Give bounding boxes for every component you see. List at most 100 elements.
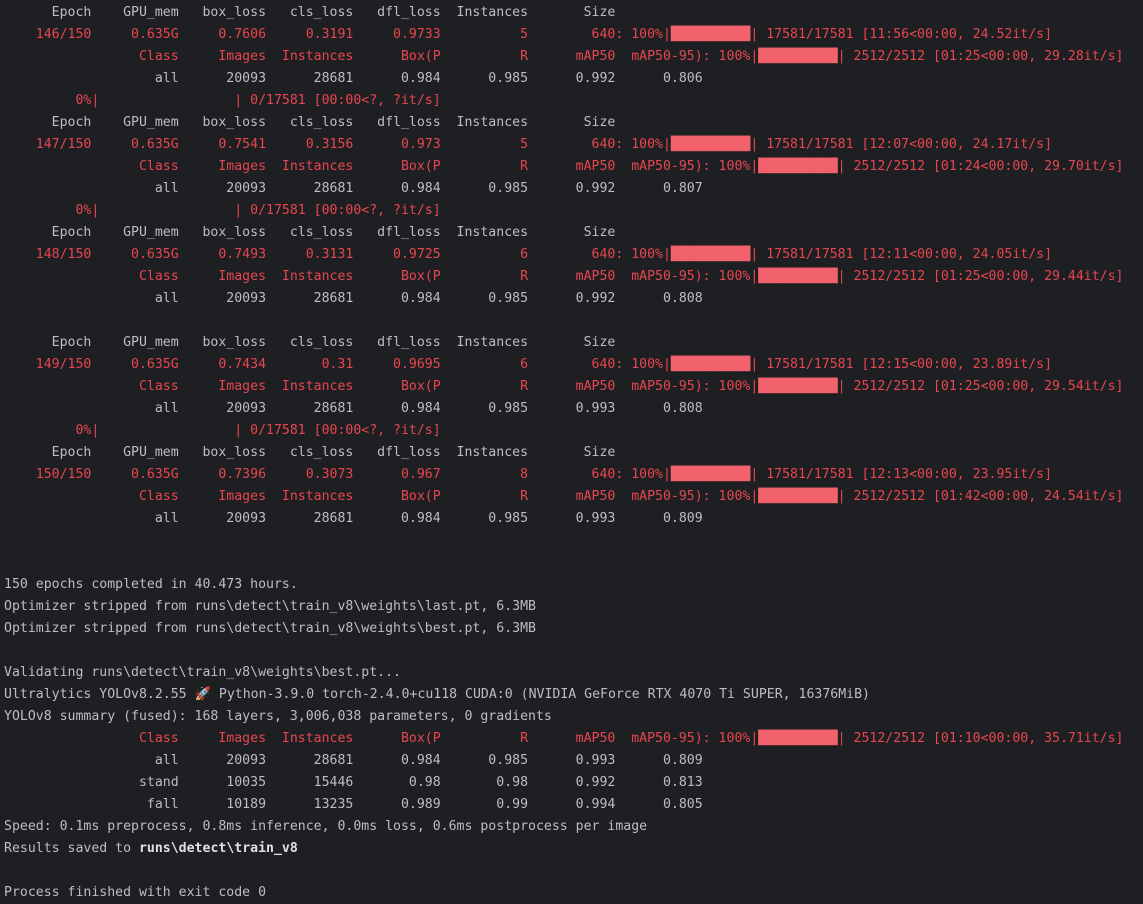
- epoch-row-2: 148/150 0.635G 0.7493 0.3131 0.9725 6 64…: [4, 247, 671, 262]
- final-metrics-1: stand 10035 15446 0.98 0.98 0.992 0.813: [4, 775, 703, 790]
- terminal-console[interactable]: Epoch GPU_mem box_loss cls_loss dfl_loss…: [0, 0, 1143, 900]
- train-progress-bar-2: ██████████: [670, 247, 751, 262]
- train-header-row-3: Epoch GPU_mem box_loss cls_loss dfl_loss…: [4, 335, 616, 350]
- val-metrics-3: all 20093 28681 0.984 0.985 0.993 0.808: [4, 401, 703, 416]
- train-progress-text-2: | 17581/17581 [12:11<00:00, 24.05it/s]: [750, 247, 1053, 262]
- next-epoch-progress-0: 0%| | 0/17581 [00:00<?, ?it/s]: [4, 93, 441, 108]
- train-data-line-1: 147/150 0.635G 0.7541 0.3156 0.973 5 640…: [0, 134, 1143, 156]
- results-saved-path[interactable]: runs\detect\train_v8: [139, 841, 298, 856]
- val-header-row-2: Class Images Instances Box(P R mAP50 mAP…: [4, 269, 759, 284]
- val-header-row-4: Class Images Instances Box(P R mAP50 mAP…: [4, 489, 759, 504]
- final-metrics-row-0: all 20093 28681 0.984 0.985 0.993 0.809: [0, 750, 1143, 772]
- optimizer-last-text: Optimizer stripped from runs\detect\trai…: [4, 599, 536, 614]
- next-epoch-progress-3: 0%| | 0/17581 [00:00<?, ?it/s]: [4, 423, 441, 438]
- validating-text: Validating runs\detect\train_v8\weights\…: [4, 665, 401, 680]
- val-metrics-2: all 20093 28681 0.984 0.985 0.992 0.808: [4, 291, 703, 306]
- train-progress-text-1: | 17581/17581 [12:07<00:00, 24.17it/s]: [750, 137, 1053, 152]
- final-metrics-0: all 20093 28681 0.984 0.985 0.993 0.809: [4, 753, 703, 768]
- val-progress-text-2: | 2512/2512 [01:25<00:00, 29.44it/s]: [837, 269, 1124, 284]
- train-header-line-2: Epoch GPU_mem box_loss cls_loss dfl_loss…: [0, 222, 1143, 244]
- train-header-row-0: Epoch GPU_mem box_loss cls_loss dfl_loss…: [4, 5, 616, 20]
- val-progress-bar-2: ██████████: [758, 269, 838, 284]
- model-summary-text: YOLOv8 summary (fused): 168 layers, 3,00…: [4, 709, 552, 724]
- val-metrics-line-4: all 20093 28681 0.984 0.985 0.993 0.809: [0, 508, 1143, 530]
- val-progress-text-1: | 2512/2512 [01:24<00:00, 29.70it/s]: [837, 159, 1124, 174]
- final-metrics-row-2: fall 10189 13235 0.989 0.99 0.994 0.805: [0, 794, 1143, 816]
- blank-before-exit: [0, 860, 1143, 882]
- val-progress-bar-0: ██████████: [758, 49, 838, 64]
- next-epoch-progress-1: 0%| | 0/17581 [00:00<?, ?it/s]: [4, 203, 441, 218]
- train-data-line-3: 149/150 0.635G 0.7434 0.31 0.9695 6 640:…: [0, 354, 1143, 376]
- model-summary-line: YOLOv8 summary (fused): 168 layers, 3,00…: [0, 706, 1143, 728]
- next-epoch-progress-line-1: 0%| | 0/17581 [00:00<?, ?it/s]: [0, 200, 1143, 222]
- val-header-row-0: Class Images Instances Box(P R mAP50 mAP…: [4, 49, 759, 64]
- train-progress-bar-1: ██████████: [670, 137, 751, 152]
- optimizer-best-text: Optimizer stripped from runs\detect\trai…: [4, 621, 536, 636]
- results-saved-line: Results saved to runs\detect\train_v8: [0, 838, 1143, 860]
- val-metrics-line-0: all 20093 28681 0.984 0.985 0.992 0.806: [0, 68, 1143, 90]
- final-val-progress-text: | 2512/2512 [01:10<00:00, 35.71it/s]: [837, 731, 1124, 746]
- rocket-icon: 🚀: [194, 687, 211, 702]
- ultralytics-version-text: Ultralytics YOLOv8.2.55: [4, 687, 195, 702]
- python-torch-cuda-text: Python-3.9.0 torch-2.4.0+cu118 CUDA:0 (N…: [210, 687, 870, 702]
- val-metrics-line-1: all 20093 28681 0.984 0.985 0.992 0.807: [0, 178, 1143, 200]
- val-progress-text-0: | 2512/2512 [01:25<00:00, 29.28it/s]: [837, 49, 1124, 64]
- val-metrics-line-3: all 20093 28681 0.984 0.985 0.993 0.808: [0, 398, 1143, 420]
- val-header-line-0: Class Images Instances Box(P R mAP50 mAP…: [0, 46, 1143, 68]
- epochs-completed-text: 150 epochs completed in 40.473 hours.: [4, 577, 298, 592]
- final-val-header-line: Class Images Instances Box(P R mAP50 mAP…: [0, 728, 1143, 750]
- train-header-row-1: Epoch GPU_mem box_loss cls_loss dfl_loss…: [4, 115, 616, 130]
- train-header-row-4: Epoch GPU_mem box_loss cls_loss dfl_loss…: [4, 445, 616, 460]
- epoch-row-1: 147/150 0.635G 0.7541 0.3156 0.973 5 640…: [4, 137, 671, 152]
- train-progress-text-3: | 17581/17581 [12:15<00:00, 23.89it/s]: [750, 357, 1053, 372]
- train-header-line-3: Epoch GPU_mem box_loss cls_loss dfl_loss…: [0, 332, 1143, 354]
- val-header-line-1: Class Images Instances Box(P R mAP50 mAP…: [0, 156, 1143, 178]
- validating-line: Validating runs\detect\train_v8\weights\…: [0, 662, 1143, 684]
- train-progress-text-4: | 17581/17581 [12:13<00:00, 23.95it/s]: [750, 467, 1053, 482]
- train-data-line-4: 150/150 0.635G 0.7396 0.3073 0.967 8 640…: [0, 464, 1143, 486]
- train-header-row-2: Epoch GPU_mem box_loss cls_loss dfl_loss…: [4, 225, 616, 240]
- train-progress-bar-3: ██████████: [670, 357, 751, 372]
- epochs-completed-line: 150 epochs completed in 40.473 hours.: [0, 574, 1143, 596]
- train-data-line-2: 148/150 0.635G 0.7493 0.3131 0.9725 6 64…: [0, 244, 1143, 266]
- ultralytics-line: Ultralytics YOLOv8.2.55 🚀 Python-3.9.0 t…: [0, 684, 1143, 706]
- results-saved-label: Results saved to: [4, 841, 139, 856]
- val-metrics-1: all 20093 28681 0.984 0.985 0.992 0.807: [4, 181, 703, 196]
- train-header-line-1: Epoch GPU_mem box_loss cls_loss dfl_loss…: [0, 112, 1143, 134]
- epoch-row-3: 149/150 0.635G 0.7434 0.31 0.9695 6 640:…: [4, 357, 671, 372]
- train-progress-bar-0: ██████████: [670, 27, 751, 42]
- train-progress-text-0: | 17581/17581 [11:56<00:00, 24.52it/s]: [750, 27, 1053, 42]
- optimizer-last-line: Optimizer stripped from runs\detect\trai…: [0, 596, 1143, 618]
- train-header-line-0: Epoch GPU_mem box_loss cls_loss dfl_loss…: [0, 2, 1143, 24]
- val-metrics-0: all 20093 28681 0.984 0.985 0.992 0.806: [4, 71, 703, 86]
- val-progress-bar-1: ██████████: [758, 159, 838, 174]
- val-header-line-2: Class Images Instances Box(P R mAP50 mAP…: [0, 266, 1143, 288]
- speed-line: Speed: 0.1ms preprocess, 0.8ms inference…: [0, 816, 1143, 838]
- blank-line-epoch-2: [0, 310, 1143, 332]
- optimizer-best-line: Optimizer stripped from runs\detect\trai…: [0, 618, 1143, 640]
- final-val-header-row: Class Images Instances Box(P R mAP50 mAP…: [4, 731, 759, 746]
- val-metrics-line-2: all 20093 28681 0.984 0.985 0.992 0.808: [0, 288, 1143, 310]
- train-data-line-0: 146/150 0.635G 0.7606 0.3191 0.9733 5 64…: [0, 24, 1143, 46]
- val-progress-bar-3: ██████████: [758, 379, 838, 394]
- val-header-line-4: Class Images Instances Box(P R mAP50 mAP…: [0, 486, 1143, 508]
- val-header-line-3: Class Images Instances Box(P R mAP50 mAP…: [0, 376, 1143, 398]
- val-metrics-4: all 20093 28681 0.984 0.985 0.993 0.809: [4, 511, 703, 526]
- final-val-progress-bar: ██████████: [758, 731, 838, 746]
- process-exit-text: Process finished with exit code 0: [4, 885, 267, 900]
- next-epoch-progress-line-3: 0%| | 0/17581 [00:00<?, ?it/s]: [0, 420, 1143, 442]
- epoch-row-4: 150/150 0.635G 0.7396 0.3073 0.967 8 640…: [4, 467, 671, 482]
- epoch-row-0: 146/150 0.635G 0.7606 0.3191 0.9733 5 64…: [4, 27, 671, 42]
- val-header-row-3: Class Images Instances Box(P R mAP50 mAP…: [4, 379, 759, 394]
- next-epoch-progress-line-0: 0%| | 0/17581 [00:00<?, ?it/s]: [0, 90, 1143, 112]
- val-header-row-1: Class Images Instances Box(P R mAP50 mAP…: [4, 159, 759, 174]
- process-exit-line: Process finished with exit code 0: [0, 882, 1143, 904]
- blank-after-epochs-1: [0, 530, 1143, 552]
- val-progress-text-3: | 2512/2512 [01:25<00:00, 29.54it/s]: [837, 379, 1124, 394]
- final-metrics-2: fall 10189 13235 0.989 0.99 0.994 0.805: [4, 797, 703, 812]
- final-metrics-row-1: stand 10035 15446 0.98 0.98 0.992 0.813: [0, 772, 1143, 794]
- val-progress-text-4: | 2512/2512 [01:42<00:00, 24.54it/s]: [837, 489, 1124, 504]
- train-progress-bar-4: ██████████: [670, 467, 751, 482]
- blank-after-epochs-2: [0, 552, 1143, 574]
- val-progress-bar-4: ██████████: [758, 489, 838, 504]
